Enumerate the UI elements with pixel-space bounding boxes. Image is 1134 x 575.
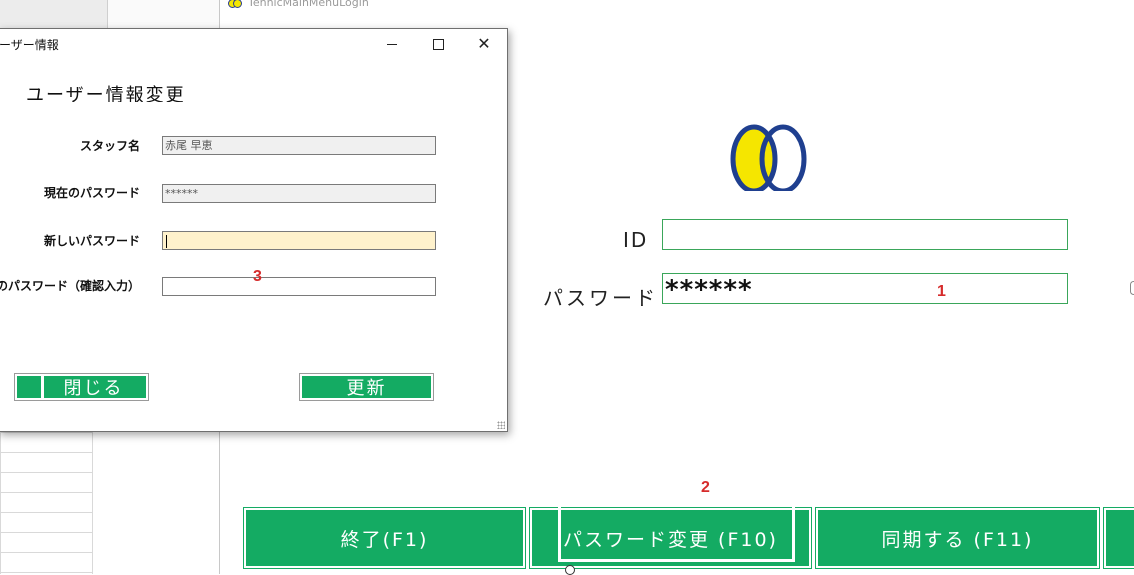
window-title: TennicMainMenuLogin [248,0,369,9]
staff-name-field[interactable]: 赤尾 早恵 [162,136,436,155]
minimize-button[interactable] [369,29,415,59]
user-info-dialog: ーザー情報 ✕ ユーザー情報変更 スタッフ名 赤尾 早恵 現在のパスワード **… [0,28,508,432]
update-button[interactable]: 更新 [299,373,434,401]
current-password-label-text: 現在のパスワード [43,186,140,200]
resize-grip-icon[interactable] [497,421,505,429]
staff-name-label: スタッフ名 [79,139,140,153]
partial-icon [1130,281,1134,295]
button-divider [41,376,44,398]
partial-button[interactable] [1104,508,1134,568]
app-icon [228,0,242,8]
text-caret [166,234,167,248]
toolbar-cell [0,0,108,28]
dialog-heading: ユーザー情報変更 [26,85,186,102]
change-password-button[interactable]: パスワード変更 (F10) [530,506,811,568]
spreadsheet-grid[interactable] [0,432,93,574]
dialog-title: ーザー情報 [0,38,59,52]
window-title-bar: TennicMainMenuLogin [228,0,369,10]
toolbar-cell [108,0,219,28]
annotation-1: 1 [937,283,946,300]
dialog-close-label: 閉じる [63,378,124,399]
close-window-button[interactable]: ✕ [461,29,507,59]
exit-button[interactable]: 終了(F1) [244,508,525,568]
confirm-password-label: のパスワード（確認入力） [0,279,140,293]
sync-button[interactable]: 同期する (F11) [816,508,1099,568]
close-icon: ✕ [477,34,491,53]
update-button-label: 更新 [346,378,387,399]
id-input[interactable] [662,219,1068,250]
id-label: ID [623,228,649,252]
maximize-button[interactable] [415,29,461,59]
annotation-3: 3 [253,268,262,285]
exit-button-label: 終了(F1) [340,528,429,551]
maximize-icon [432,38,444,50]
sync-button-label: 同期する (F11) [881,528,1034,551]
two-rings-logo-icon [726,124,808,196]
current-password-field[interactable]: ****** [162,184,436,203]
new-password-field[interactable] [162,231,436,250]
password-input[interactable]: ****** [662,273,1068,305]
new-password-label-text: 新しいパスワード [43,234,140,248]
annotation-2: 2 [701,479,710,496]
change-password-button-label: パスワード変更 (F10) [563,528,778,551]
new-password-label: 新しいパスワード [30,232,140,249]
dialog-close-button[interactable]: 閉じる [14,373,149,401]
spreadsheet-toolbar [0,0,220,29]
password-label: パスワード [543,286,658,310]
current-password-label: 現在のパスワード [33,184,140,201]
confirm-password-field[interactable] [162,277,436,296]
minimize-icon [387,43,397,45]
